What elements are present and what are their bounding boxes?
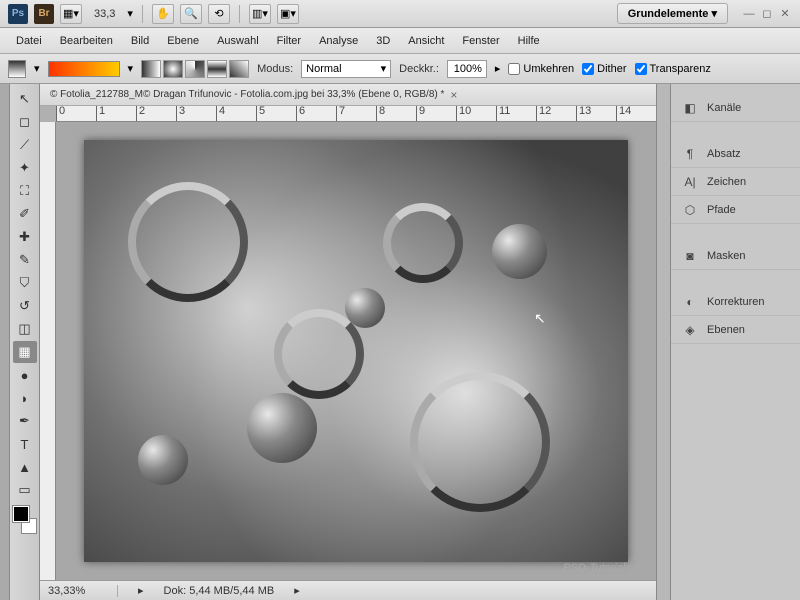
view-extras-button[interactable]: ▦▾ (60, 4, 82, 24)
tool-preset-icon[interactable] (8, 60, 26, 78)
panel-label: Pfade (707, 204, 736, 216)
hand-tool-icon[interactable]: ✋ (152, 4, 174, 24)
zoom-tool-icon[interactable]: 🔍 (180, 4, 202, 24)
transparency-checkbox[interactable]: Transparenz (635, 63, 711, 75)
radial-gradient-button[interactable] (163, 60, 183, 78)
ebenen-icon: ◈ (681, 323, 699, 337)
kanäle-icon: ◧ (681, 101, 699, 115)
menu-bild[interactable]: Bild (123, 31, 157, 51)
zeichen-icon: A| (681, 175, 699, 189)
workspace-selector[interactable]: Grundelemente ▾ (617, 3, 728, 24)
menu-ebene[interactable]: Ebene (159, 31, 207, 51)
panel-zeichen[interactable]: A| Zeichen (671, 168, 800, 196)
cursor-icon: ↖ (534, 310, 546, 327)
masken-icon: ◙ (681, 249, 699, 263)
panel-label: Kanäle (707, 102, 741, 114)
color-swatches[interactable] (13, 506, 37, 534)
menu-filter[interactable]: Filter (269, 31, 309, 51)
dodge-tool-icon[interactable]: ◗ (13, 387, 37, 409)
menu-analyse[interactable]: Analyse (311, 31, 366, 51)
linear-gradient-button[interactable] (141, 60, 161, 78)
close-icon[interactable]: ✕ (778, 7, 792, 21)
type-tool-icon[interactable]: T (13, 433, 37, 455)
menu-auswahl[interactable]: Auswahl (209, 31, 267, 51)
blur-tool-icon[interactable]: ● (13, 364, 37, 386)
minimize-icon[interactable]: — (742, 7, 756, 21)
screen-mode-button[interactable]: ▣▾ (277, 4, 299, 24)
status-doc-size: Dok: 5,44 MB/5,44 MB (164, 585, 275, 597)
menu-bearbeiten[interactable]: Bearbeiten (52, 31, 121, 51)
panel-pfade[interactable]: ⬡ Pfade (671, 196, 800, 224)
menu-fenster[interactable]: Fenster (454, 31, 507, 51)
blend-mode-select[interactable]: Normal▾ (301, 60, 391, 78)
stamp-tool-icon[interactable]: ⛉ (13, 272, 37, 294)
toolbox-grip[interactable] (0, 84, 10, 600)
canvas-image: ↖ (84, 140, 628, 562)
foreground-color-swatch[interactable] (13, 506, 29, 522)
status-bar: 33,33% ▸ Dok: 5,44 MB/5,44 MB ▸ (40, 580, 656, 600)
brush-tool-icon[interactable]: ✎ (13, 249, 37, 271)
crop-tool-icon[interactable]: ⛶ (13, 180, 37, 202)
reverse-checkbox[interactable]: Umkehren (508, 63, 574, 75)
watermark: PSD-Tutorials.de (563, 562, 646, 574)
vertical-ruler (40, 122, 56, 580)
photoshop-logo-icon[interactable]: Ps (8, 4, 28, 24)
panel-label: Korrekturen (707, 296, 764, 308)
reflected-gradient-button[interactable] (207, 60, 227, 78)
menu-hilfe[interactable]: Hilfe (510, 31, 548, 51)
pen-tool-icon[interactable]: ✒ (13, 410, 37, 432)
shape-tool-icon[interactable]: ▭ (13, 479, 37, 501)
menu-bar: DateiBearbeitenBildEbeneAuswahlFilterAna… (0, 28, 800, 54)
menu-ansicht[interactable]: Ansicht (400, 31, 452, 51)
canvas-area[interactable]: ↖ PSD-Tutorials.de (56, 122, 656, 580)
document-tab-label: © Fotolia_212788_M© Dragan Trifunovic - … (50, 89, 444, 100)
panel-label: Ebenen (707, 324, 745, 336)
magic-wand-tool-icon[interactable]: ✦ (13, 157, 37, 179)
gradient-tool-icon[interactable]: ▦ (13, 341, 37, 363)
gradient-preview[interactable] (48, 61, 120, 77)
path-select-tool-icon[interactable]: ▲ (13, 456, 37, 478)
panel-korrekturen[interactable]: ◐ Korrekturen (671, 288, 800, 316)
zoom-level-label[interactable]: 33,3 (88, 6, 121, 22)
panels-dock: ◧ Kanäle ¶ Absatz A| Zeichen ⬡ Pfade ◙ Masken ◐ Kor… (670, 84, 800, 600)
maximize-icon[interactable]: ◻ (760, 7, 774, 21)
marquee-tool-icon[interactable]: ◻ (13, 111, 37, 133)
eraser-tool-icon[interactable]: ◫ (13, 318, 37, 340)
move-tool-icon[interactable]: ↖ (13, 88, 37, 110)
rotate-view-icon[interactable]: ⟲ (208, 4, 230, 24)
bridge-logo-icon[interactable]: Br (34, 4, 54, 24)
panel-label: Zeichen (707, 176, 746, 188)
menu-3d[interactable]: 3D (368, 31, 398, 51)
arrange-documents-button[interactable]: ▥▾ (249, 4, 271, 24)
horizontal-ruler: 01234567891011121314 (56, 106, 656, 122)
panel-absatz[interactable]: ¶ Absatz (671, 140, 800, 168)
panel-label: Absatz (707, 148, 741, 160)
dither-checkbox[interactable]: Dither (582, 63, 626, 75)
pfade-icon: ⬡ (681, 203, 699, 217)
angle-gradient-button[interactable] (185, 60, 205, 78)
panels-grip[interactable] (656, 84, 670, 600)
panel-masken[interactable]: ◙ Masken (671, 242, 800, 270)
absatz-icon: ¶ (681, 147, 699, 161)
menu-datei[interactable]: Datei (8, 31, 50, 51)
panel-label: Masken (707, 250, 746, 262)
mode-label: Modus: (257, 63, 293, 75)
panel-ebenen[interactable]: ◈ Ebenen (671, 316, 800, 344)
tab-close-icon[interactable]: × (450, 88, 457, 102)
opacity-input[interactable]: 100% (447, 60, 487, 78)
korrekturen-icon: ◐ (681, 295, 699, 309)
document-tab[interactable]: © Fotolia_212788_M© Dragan Trifunovic - … (40, 84, 656, 106)
toolbox: ↖ ◻ ⟋ ✦ ⛶ ✐ ✚ ✎ ⛉ ↺ ◫ ▦ ● ◗ ✒ T ▲ ▭ (10, 84, 40, 600)
diamond-gradient-button[interactable] (229, 60, 249, 78)
panel-kanäle[interactable]: ◧ Kanäle (671, 94, 800, 122)
status-zoom[interactable]: 33,33% (48, 585, 118, 597)
opacity-label: Deckkr.: (399, 63, 439, 75)
lasso-tool-icon[interactable]: ⟋ (13, 134, 37, 156)
eyedropper-tool-icon[interactable]: ✐ (13, 203, 37, 225)
options-bar: ▾ ▾ Modus: Normal▾ Deckkr.: 100%▸ Umkehr… (0, 54, 800, 84)
history-brush-tool-icon[interactable]: ↺ (13, 295, 37, 317)
healing-tool-icon[interactable]: ✚ (13, 226, 37, 248)
gradient-type-group (141, 60, 249, 78)
app-header: Ps Br ▦▾ 33,3▾ ✋ 🔍 ⟲ ▥▾ ▣▾ Grundelemente… (0, 0, 800, 28)
